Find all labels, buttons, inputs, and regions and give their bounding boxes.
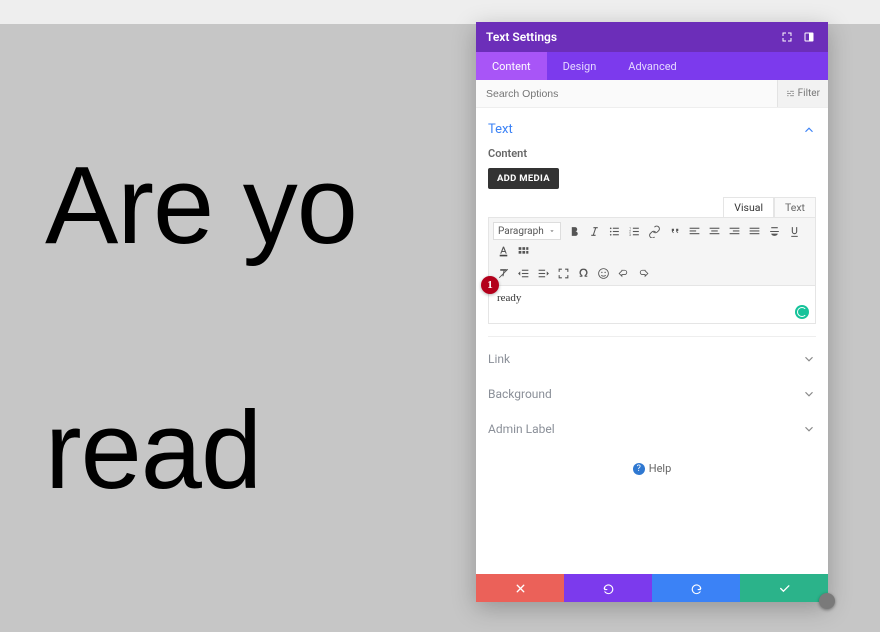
add-media-button[interactable]: ADD MEDIA — [488, 168, 559, 189]
underline-icon[interactable] — [785, 221, 805, 241]
editor-content[interactable]: 1 ready — [488, 286, 816, 324]
section-text-title: Text — [488, 122, 513, 137]
outdent-icon[interactable] — [513, 263, 533, 283]
panel-title: Text Settings — [486, 30, 774, 44]
section-background-title: Background — [488, 387, 552, 401]
annotation-badge-1: 1 — [481, 276, 499, 294]
resize-grip[interactable] — [819, 593, 835, 609]
indent-icon[interactable] — [533, 263, 553, 283]
paragraph-select-label: Paragraph — [498, 226, 544, 237]
editor-toolbar: Paragraph 123 — [488, 217, 816, 286]
toolbar-toggle-icon[interactable] — [513, 241, 533, 261]
search-input[interactable] — [476, 88, 777, 100]
align-justify-icon[interactable] — [745, 221, 765, 241]
strikethrough-icon[interactable] — [765, 221, 785, 241]
panel-footer — [476, 574, 828, 602]
section-background-header[interactable]: Background — [488, 376, 816, 411]
grammarly-icon[interactable] — [795, 305, 809, 319]
filter-button[interactable]: Filter — [777, 80, 828, 107]
discard-button[interactable] — [476, 574, 564, 602]
undo-icon[interactable] — [613, 263, 633, 283]
browser-top-strip — [0, 0, 880, 24]
italic-icon[interactable] — [585, 221, 605, 241]
editor-mode-visual[interactable]: Visual — [723, 197, 774, 217]
numbered-list-icon[interactable]: 123 — [625, 221, 645, 241]
section-admin-label-header[interactable]: Admin Label — [488, 411, 816, 446]
align-center-icon[interactable] — [705, 221, 725, 241]
tab-advanced[interactable]: Advanced — [612, 52, 692, 80]
chevron-down-icon — [802, 352, 816, 366]
chevron-up-icon — [802, 123, 816, 137]
editor-mode-text[interactable]: Text — [774, 197, 816, 217]
redo-icon[interactable] — [633, 263, 653, 283]
blockquote-icon[interactable] — [665, 221, 685, 241]
align-right-icon[interactable] — [725, 221, 745, 241]
section-link-title: Link — [488, 352, 510, 366]
emoji-icon[interactable] — [593, 263, 613, 283]
help-icon: ? — [633, 463, 645, 475]
help-label: Help — [649, 462, 672, 475]
text-color-icon[interactable] — [493, 241, 513, 261]
bullet-list-icon[interactable] — [605, 221, 625, 241]
tab-content[interactable]: Content — [476, 52, 547, 80]
section-admin-label-title: Admin Label — [488, 422, 555, 436]
bold-icon[interactable] — [565, 221, 585, 241]
link-icon[interactable] — [645, 221, 665, 241]
content-label: Content — [488, 147, 816, 160]
snap-icon[interactable] — [800, 28, 818, 46]
redo-button[interactable] — [652, 574, 740, 602]
editor-mode-tabs: Visual Text — [488, 197, 816, 217]
panel-body: Text Content ADD MEDIA Visual Text Parag… — [476, 108, 828, 574]
expand-icon[interactable] — [778, 28, 796, 46]
section-text-header[interactable]: Text — [488, 118, 816, 145]
tab-design[interactable]: Design — [547, 52, 613, 80]
paragraph-select[interactable]: Paragraph — [493, 222, 561, 240]
panel-header[interactable]: Text Settings — [476, 22, 828, 52]
editor-text: ready — [497, 292, 521, 304]
filter-label: Filter — [798, 88, 820, 99]
fullscreen-icon[interactable] — [553, 263, 573, 283]
special-char-icon[interactable] — [573, 263, 593, 283]
align-left-icon[interactable] — [685, 221, 705, 241]
svg-text:3: 3 — [629, 232, 631, 236]
search-row: Filter — [476, 80, 828, 108]
save-button[interactable] — [740, 574, 828, 602]
chevron-down-icon — [802, 422, 816, 436]
help-link[interactable]: ? Help — [488, 446, 816, 491]
section-link-header[interactable]: Link — [488, 341, 816, 376]
text-settings-panel: Text Settings Content Design Advanced Fi… — [476, 22, 828, 602]
panel-tabs: Content Design Advanced — [476, 52, 828, 80]
chevron-down-icon — [802, 387, 816, 401]
undo-button[interactable] — [564, 574, 652, 602]
